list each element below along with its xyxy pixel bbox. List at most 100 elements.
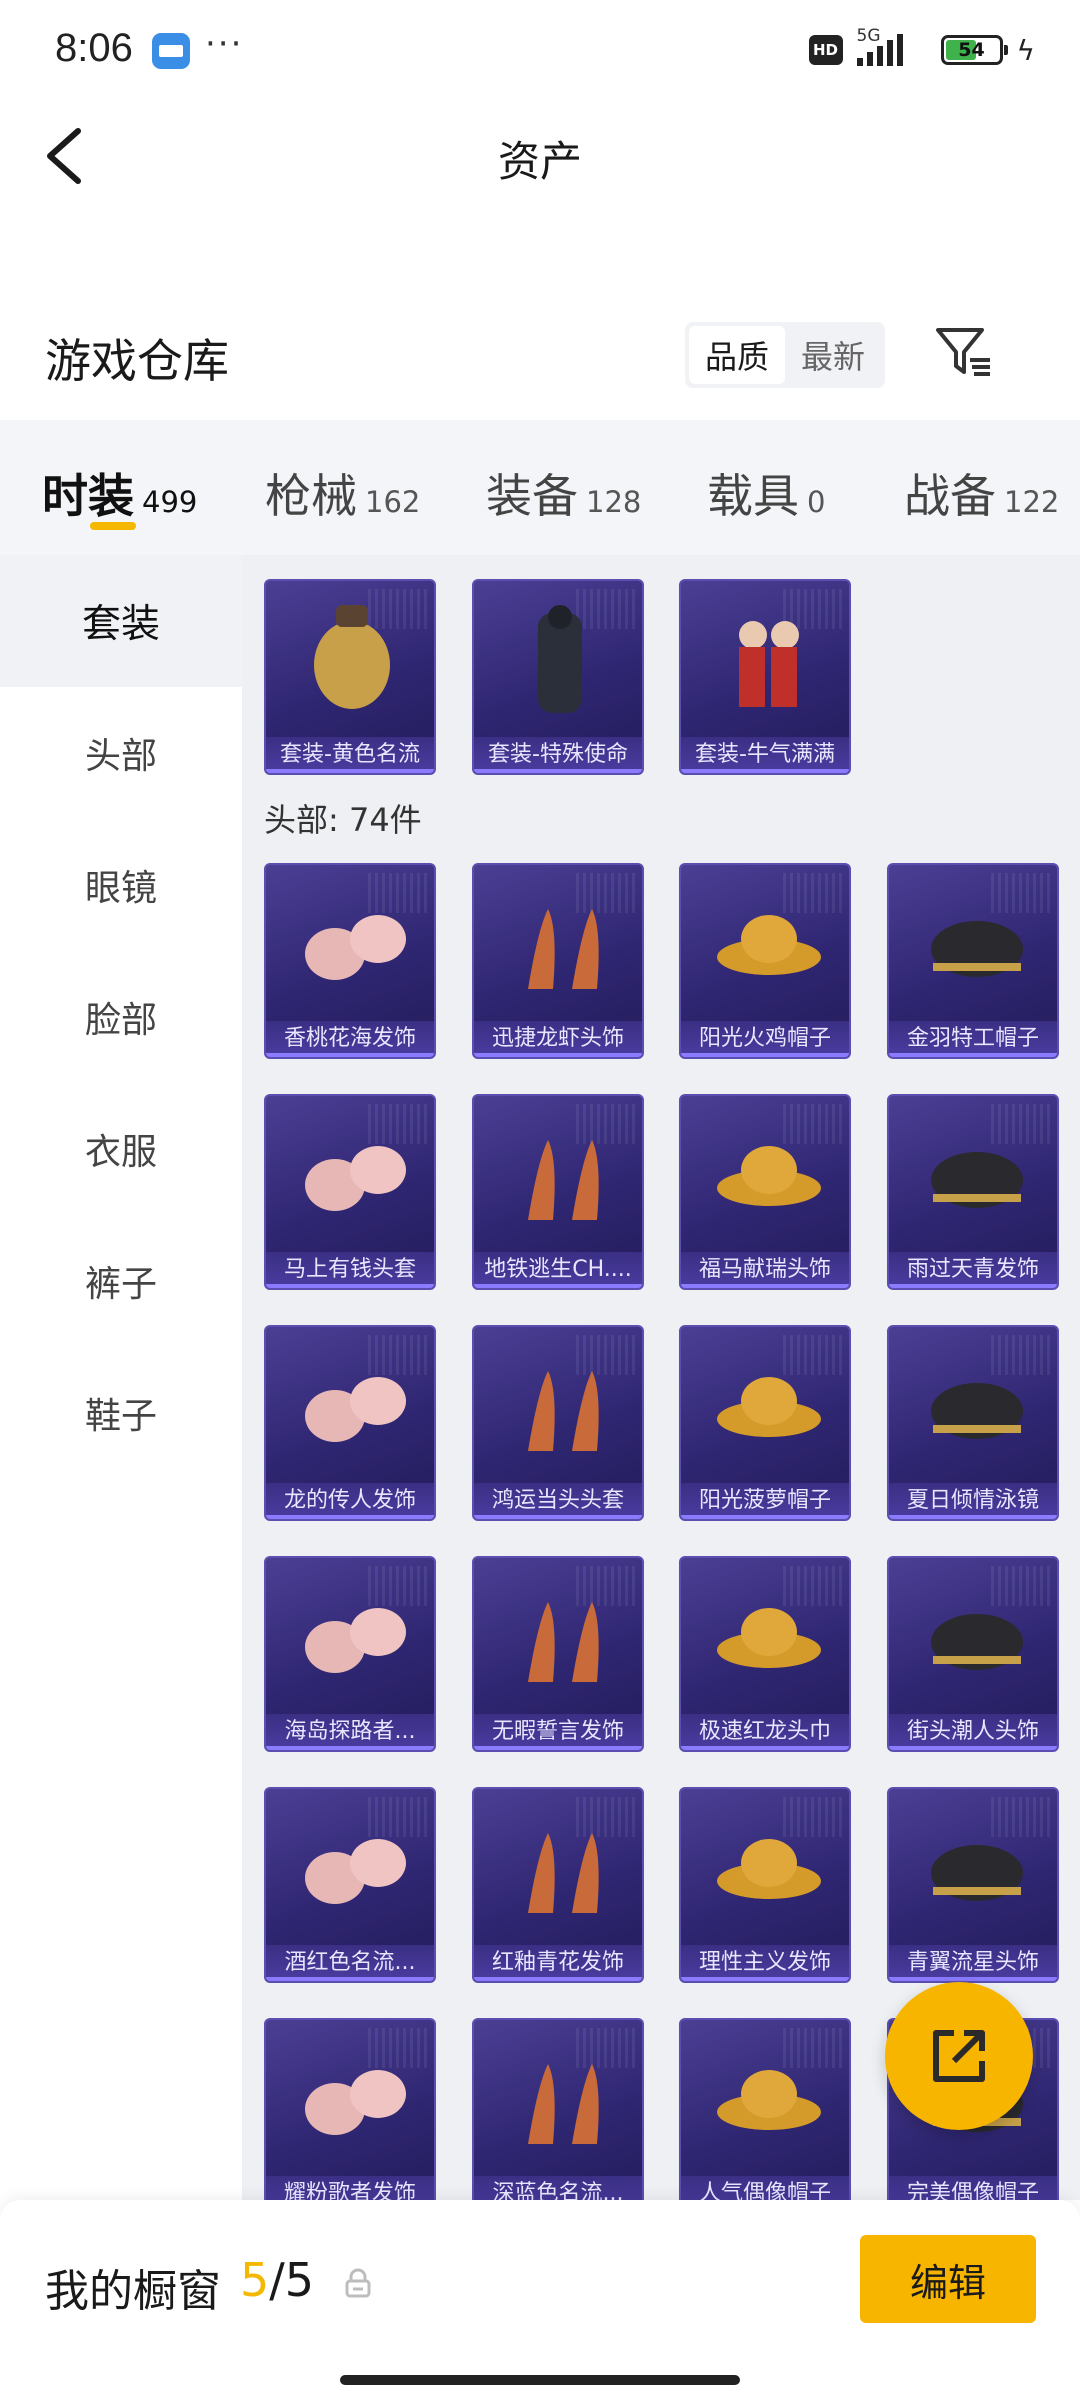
suit-card[interactable]: 套装-特殊使命: [472, 579, 644, 775]
head-item-card[interactable]: 金羽特工帽子: [887, 863, 1059, 1059]
side-item-pants[interactable]: 裤子: [0, 1215, 242, 1347]
side-item-face[interactable]: 脸部: [0, 951, 242, 1083]
item-label: 极速红龙头巾: [681, 1714, 849, 1750]
battery-level: 54: [958, 39, 985, 61]
showcase-count-total: /5: [269, 2253, 315, 2307]
head-item-card[interactable]: 极速红龙头巾: [679, 1556, 851, 1752]
item-label: 青翼流星头饰: [889, 1945, 1057, 1981]
item-image: [931, 1152, 1023, 1208]
head-item-card[interactable]: 青翼流星头饰: [887, 1787, 1059, 1983]
item-image: [717, 1608, 821, 1668]
showcase-count-current: 5: [240, 2253, 270, 2307]
item-image: [305, 1146, 406, 1211]
item-image: [931, 1383, 1023, 1439]
share-button[interactable]: [885, 1982, 1033, 2130]
head-item-card[interactable]: 耀粉歌者发饰: [264, 2018, 436, 2200]
sort-by-quality-button[interactable]: 品质: [689, 326, 785, 384]
tab-equipment[interactable]: 装备 128: [486, 460, 641, 526]
external-link-icon: [933, 2030, 985, 2082]
item-image: [931, 1845, 1023, 1901]
item-image: [528, 2064, 599, 2144]
item-label: 地铁逃生CH....: [474, 1252, 642, 1288]
sort-by-latest-button[interactable]: 最新: [785, 326, 881, 384]
battery-icon: 54: [940, 35, 1008, 65]
item-label: 酒红色名流...: [266, 1945, 434, 1981]
category-tabs: 时装 499 枪械 162 装备 128 载具 0 战备 122: [0, 420, 1080, 555]
item-image: [528, 1602, 599, 1682]
filter-icon: [936, 328, 990, 376]
filter-button[interactable]: [932, 320, 996, 384]
head-item-card[interactable]: 迅捷龙虾头饰: [472, 863, 644, 1059]
home-indicator[interactable]: [340, 2375, 740, 2385]
head-item-card[interactable]: 阳光菠萝帽子: [679, 1325, 851, 1521]
item-label: 套装-特殊使命: [474, 737, 642, 773]
edit-button[interactable]: 编辑: [860, 2235, 1036, 2323]
item-image: [528, 909, 599, 989]
notification-app-icon: [152, 33, 190, 69]
head-item-card[interactable]: 红釉青花发饰: [472, 1787, 644, 1983]
item-label: 深蓝色名流...: [474, 2176, 642, 2200]
side-item-head[interactable]: 头部: [0, 687, 242, 819]
head-item-card[interactable]: 福马献瑞头饰: [679, 1094, 851, 1290]
head-item-card[interactable]: 鸿运当头头套: [472, 1325, 644, 1521]
item-label: 红釉青花发饰: [474, 1945, 642, 1981]
head-item-card[interactable]: 海岛探路者...: [264, 1556, 436, 1752]
tab-guns[interactable]: 枪械 162: [265, 460, 420, 526]
item-image: [528, 1140, 599, 1220]
head-item-card[interactable]: 马上有钱头套: [264, 1094, 436, 1290]
item-label: 套装-牛气满满: [681, 737, 849, 773]
item-image: [305, 1377, 406, 1442]
item-image: [717, 1377, 821, 1437]
item-label: 理性主义发饰: [681, 1945, 849, 1981]
head-item-card[interactable]: 理性主义发饰: [679, 1787, 851, 1983]
item-image: [717, 915, 821, 975]
tab-gear[interactable]: 战备 122: [904, 460, 1059, 526]
head-item-card[interactable]: 地铁逃生CH....: [472, 1094, 644, 1290]
head-item-card[interactable]: 雨过天青发饰: [887, 1094, 1059, 1290]
more-notifications-icon: ···: [205, 24, 244, 64]
head-item-card[interactable]: 无暇誓言发饰: [472, 1556, 644, 1752]
item-image: [717, 1146, 821, 1206]
head-item-card[interactable]: 深蓝色名流...: [472, 2018, 644, 2200]
item-label: 鸿运当头头套: [474, 1483, 642, 1519]
sort-toggle: 品质 最新: [685, 322, 885, 388]
suit-card[interactable]: 套装-黄色名流: [264, 579, 436, 775]
item-image: [305, 915, 406, 980]
item-label: 龙的传人发饰: [266, 1483, 434, 1519]
tab-fashion[interactable]: 时装 499: [42, 460, 197, 526]
tab-vehicles[interactable]: 载具 0: [707, 460, 825, 526]
item-label: 马上有钱头套: [266, 1252, 434, 1288]
head-item-card[interactable]: 人气偶像帽子: [679, 2018, 851, 2200]
item-label: 阳光菠萝帽子: [681, 1483, 849, 1519]
item-image: [305, 2070, 406, 2135]
item-label: 人气偶像帽子: [681, 2176, 849, 2200]
head-item-card[interactable]: 酒红色名流...: [264, 1787, 436, 1983]
signal-icon: 5G: [856, 26, 927, 70]
head-item-card[interactable]: 香桃花海发饰: [264, 863, 436, 1059]
item-label: 无暇誓言发饰: [474, 1714, 642, 1750]
item-image: [739, 621, 799, 707]
suit-card[interactable]: 套装-牛气满满: [679, 579, 851, 775]
item-image: [305, 1608, 406, 1673]
charging-icon: ϟ: [1016, 33, 1035, 67]
side-item-shoes[interactable]: 鞋子: [0, 1347, 242, 1479]
side-item-suits[interactable]: 套装: [0, 555, 242, 687]
side-item-clothes[interactable]: 衣服: [0, 1083, 242, 1215]
head-item-card[interactable]: 阳光火鸡帽子: [679, 863, 851, 1059]
side-item-glasses[interactable]: 眼镜: [0, 819, 242, 951]
lock-icon: [345, 2268, 371, 2298]
warehouse-title: 游戏仓库: [45, 334, 229, 388]
head-item-card[interactable]: 街头潮人头饰: [887, 1556, 1059, 1752]
item-image: [528, 1833, 599, 1913]
item-image: [717, 2070, 821, 2130]
status-bar: 8:06 ··· HD 5G 54 ϟ: [0, 0, 1080, 100]
status-time: 8:06: [55, 26, 133, 70]
hd-icon: HD: [808, 35, 843, 65]
item-label: 迅捷龙虾头饰: [474, 1021, 642, 1057]
head-item-card[interactable]: 龙的传人发饰: [264, 1325, 436, 1521]
head-item-card[interactable]: 夏日倾情泳镜: [887, 1325, 1059, 1521]
item-label: 雨过天青发饰: [889, 1252, 1057, 1288]
item-label: 金羽特工帽子: [889, 1021, 1057, 1057]
head-section-label: 头部: 74件: [264, 801, 422, 839]
item-label: 香桃花海发饰: [266, 1021, 434, 1057]
